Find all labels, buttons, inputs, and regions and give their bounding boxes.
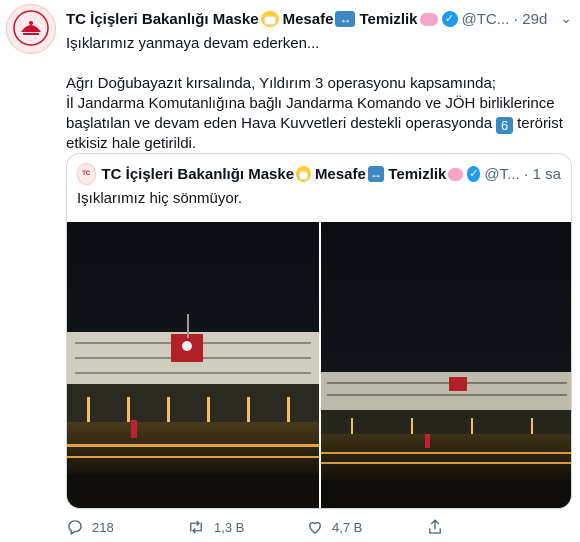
reply-icon xyxy=(68,520,82,535)
verified-badge-icon: ✓ xyxy=(441,11,458,27)
quoted-author-avatar: TC xyxy=(77,163,96,185)
verified-badge-icon: ✓ xyxy=(467,166,481,182)
separator-dot: · xyxy=(513,10,519,28)
night-building-photo-1[interactable] xyxy=(67,222,319,508)
retweet-icon xyxy=(190,520,202,534)
like-count: 4,7 B xyxy=(332,519,363,535)
left-right-arrow-emoji-icon: ↔ xyxy=(367,166,385,182)
tweet-paragraph-1: Ağrı Doğubayazıt kırsalında, Yıldırım 3 … xyxy=(66,75,496,92)
reply-button[interactable]: 218 xyxy=(66,516,186,538)
like-button[interactable]: 4,7 B xyxy=(306,516,426,538)
night-building-photo-1-image xyxy=(67,222,319,508)
reply-count: 218 xyxy=(92,519,114,535)
tweet-text: Işıklarımız yanmaya devam ederken... Ağr… xyxy=(66,34,568,154)
quoted-tweet-timestamp: 1 sa xyxy=(532,165,562,183)
tweet-line-1: Işıklarımız yanmaya devam ederken... xyxy=(66,35,320,52)
soap-emoji-icon xyxy=(419,12,438,26)
quoted-tweet-photos xyxy=(67,222,571,508)
share-icon xyxy=(429,519,441,534)
share-button[interactable] xyxy=(426,516,546,538)
number-six-emoji-icon: 6 xyxy=(496,117,514,134)
quoted-tweet[interactable]: TC TC İçişleri Bakanlığı Maske Mesafe ↔ … xyxy=(66,153,572,509)
author-name-part2[interactable]: Mesafe xyxy=(283,11,334,28)
author-handle[interactable]: @TC... xyxy=(462,11,510,28)
tweet-paragraph-2: İl Jandarma Komutanlığına bağlı Jandarma… xyxy=(66,94,568,154)
night-building-photo-2[interactable] xyxy=(319,222,571,508)
mask-emoji-icon xyxy=(296,166,311,182)
mask-emoji-icon xyxy=(260,11,279,27)
tweet-paragraph-2a: İl Jandarma Komutanlığına bağlı Jandarma… xyxy=(66,95,555,132)
soap-emoji-icon xyxy=(448,167,464,181)
quoted-tweet-text: Işıklarımız hiç sönmüyor. xyxy=(77,190,243,207)
author-name-part3[interactable]: Temizlik xyxy=(359,11,417,28)
seal-emblem-icon xyxy=(13,10,49,46)
quoted-author-handle: @T... xyxy=(484,165,520,183)
tweet-header: TC İçişleri Bakanlığı Maske Mesafe ↔ Tem… xyxy=(66,8,570,30)
quoted-author-name-part3: Temizlik xyxy=(388,165,447,183)
retweet-button[interactable]: 1,3 B xyxy=(186,516,306,538)
quoted-tweet-header: TC TC İçişleri Bakanlığı Maske Mesafe ↔ … xyxy=(77,163,562,185)
quoted-author-name-part2: Mesafe xyxy=(314,165,366,183)
heart-icon xyxy=(309,521,321,534)
more-options-chevron-icon[interactable]: ⌄ xyxy=(560,10,572,27)
ministry-seal-logo xyxy=(11,8,51,50)
night-building-photo-2-image xyxy=(321,222,571,508)
author-name[interactable]: TC İçişleri Bakanlığı Maske xyxy=(66,11,259,28)
tweet-actions: 218 1,3 B 4,7 B xyxy=(66,516,546,538)
left-right-arrow-emoji-icon: ↔ xyxy=(335,11,356,27)
separator-dot: · xyxy=(523,165,529,183)
tweet-timestamp[interactable]: 29d xyxy=(522,11,547,28)
retweet-count: 1,3 B xyxy=(214,519,245,535)
quoted-author-name: TC İçişleri Bakanlığı Maske xyxy=(101,165,295,183)
author-avatar[interactable] xyxy=(6,4,56,54)
